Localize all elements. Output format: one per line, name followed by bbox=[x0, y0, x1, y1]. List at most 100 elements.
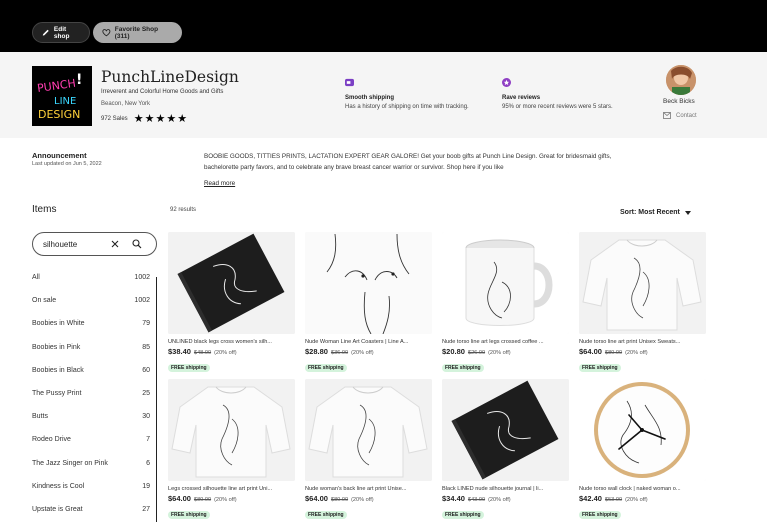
favorite-shop-button[interactable]: Favorite Shop (311) bbox=[93, 22, 182, 43]
category-count: 19 bbox=[142, 482, 150, 490]
category-label: On sale bbox=[32, 297, 57, 305]
announcement-text: BOOBIE GOODS, TITTIES PRINTS, LACTATION … bbox=[204, 153, 612, 171]
announcement-date: Last updated on Jun 5, 2022 bbox=[32, 161, 102, 167]
product-title[interactable]: Nude Woman Line Art Coasters | Line A... bbox=[305, 339, 430, 345]
product-price: $64.00 bbox=[305, 494, 328, 503]
product-discount: (20% off) bbox=[625, 350, 648, 356]
product-title[interactable]: Black LINED nude silhouette journal | li… bbox=[442, 486, 567, 492]
product-original-price: $80.00 bbox=[330, 497, 349, 503]
product-discount: (20% off) bbox=[351, 497, 374, 503]
free-shipping-badge: FREE shipping bbox=[579, 364, 621, 372]
product-price: $64.00 bbox=[579, 347, 602, 356]
svg-text:!: ! bbox=[76, 72, 82, 88]
product-image[interactable] bbox=[442, 379, 569, 481]
svg-text:DESIGN: DESIGN bbox=[38, 108, 80, 121]
category-count: 6 bbox=[146, 459, 150, 467]
star-icon: ★ bbox=[155, 113, 166, 125]
category-item[interactable]: Kindness is Cool 19 bbox=[32, 475, 157, 498]
product-original-price: $36.00 bbox=[330, 350, 349, 356]
category-label: The Jazz Singer on Pink bbox=[32, 459, 108, 467]
product-image[interactable] bbox=[305, 379, 432, 481]
product-original-price: $43.00 bbox=[467, 497, 486, 503]
free-shipping-badge: FREE shipping bbox=[442, 364, 484, 372]
shop-sales-rating: 972 Sales ★ ★ ★ ★ ★ bbox=[101, 113, 187, 125]
owner-avatar[interactable] bbox=[666, 65, 696, 95]
product-card[interactable]: Nude torso wall clock | naked woman o...… bbox=[579, 379, 706, 521]
category-item[interactable]: All 1002 bbox=[32, 266, 157, 289]
shop-location: Beacon, New York bbox=[101, 101, 151, 107]
product-title[interactable]: UNLINED black legs cross women's silh... bbox=[168, 339, 293, 345]
svg-text:PUNCH: PUNCH bbox=[36, 77, 76, 95]
product-title[interactable]: Legs crossed silhouette line art print U… bbox=[168, 486, 293, 492]
product-title[interactable]: Nude torso wall clock | naked woman o... bbox=[579, 486, 704, 492]
product-card[interactable]: Nude Woman Line Art Coasters | Line A...… bbox=[305, 232, 432, 374]
category-item[interactable]: On sale 1002 bbox=[32, 289, 157, 312]
product-price-row: $64.00 $80.00 (20% off) bbox=[168, 494, 295, 503]
product-price-row: $38.40 $48.00 (20% off) bbox=[168, 347, 295, 356]
free-shipping-badge: FREE shipping bbox=[579, 511, 621, 519]
category-label: Boobies in Black bbox=[32, 366, 84, 374]
product-original-price: $80.00 bbox=[604, 350, 623, 356]
star-badge-icon bbox=[502, 78, 511, 87]
product-card[interactable]: Nude woman's back line art print Unise..… bbox=[305, 379, 432, 521]
pencil-icon bbox=[42, 29, 49, 36]
owner-name: Beck Bicks bbox=[663, 98, 695, 105]
product-title[interactable]: Nude torso line art print Unisex Sweats.… bbox=[579, 339, 704, 345]
mail-icon bbox=[663, 112, 671, 119]
product-card[interactable]: Nude torso line art legs crossed coffee … bbox=[442, 232, 569, 374]
product-title[interactable]: Nude torso line art legs crossed coffee … bbox=[442, 339, 567, 345]
product-discount: (20% off) bbox=[214, 350, 237, 356]
item-search bbox=[32, 232, 157, 256]
search-icon[interactable] bbox=[131, 238, 143, 250]
star-icon: ★ bbox=[144, 113, 155, 125]
category-item[interactable]: The Pussy Print 25 bbox=[32, 382, 157, 405]
category-item[interactable]: The Jazz Singer on Pink 6 bbox=[32, 452, 157, 475]
sidebar-selection-line bbox=[156, 277, 157, 522]
read-more-link[interactable]: Read more bbox=[204, 180, 235, 187]
category-item[interactable]: Upstate is Great 27 bbox=[32, 498, 157, 521]
rating-stars[interactable]: ★ ★ ★ ★ ★ bbox=[133, 113, 187, 125]
product-price: $42.40 bbox=[579, 494, 602, 503]
product-original-price: $26.00 bbox=[467, 350, 486, 356]
product-image[interactable] bbox=[168, 379, 295, 481]
shop-name: PunchLineDesign bbox=[101, 68, 239, 86]
sort-dropdown[interactable]: Sort: Most Recent bbox=[620, 209, 691, 216]
product-image[interactable] bbox=[442, 232, 569, 334]
product-image[interactable] bbox=[579, 379, 706, 481]
product-price: $28.80 bbox=[305, 347, 328, 356]
star-icon: ★ bbox=[133, 113, 144, 125]
product-card[interactable]: UNLINED black legs cross women's silh...… bbox=[168, 232, 295, 374]
product-image[interactable] bbox=[305, 232, 432, 334]
shop-logo[interactable]: PUNCH ! LINE DESIGN bbox=[32, 66, 92, 126]
product-price-row: $64.00 $80.00 (20% off) bbox=[579, 347, 706, 356]
product-title[interactable]: Nude woman's back line art print Unise..… bbox=[305, 486, 430, 492]
category-item[interactable]: Rodeo Drive 7 bbox=[32, 428, 157, 451]
category-item[interactable]: Boobies in Pink 85 bbox=[32, 336, 157, 359]
category-item[interactable]: Butts 30 bbox=[32, 405, 157, 428]
category-count: 79 bbox=[142, 320, 150, 328]
edit-shop-button[interactable]: Edit shop bbox=[32, 22, 90, 43]
category-item[interactable]: Boobies in Black 60 bbox=[32, 359, 157, 382]
svg-text:LINE: LINE bbox=[54, 96, 76, 107]
product-price: $64.00 bbox=[168, 494, 191, 503]
product-original-price: $48.00 bbox=[193, 350, 212, 356]
category-label: Rodeo Drive bbox=[32, 436, 71, 444]
product-price: $20.80 bbox=[442, 347, 465, 356]
product-card[interactable]: Black LINED nude silhouette journal | li… bbox=[442, 379, 569, 521]
free-shipping-badge: FREE shipping bbox=[305, 364, 347, 372]
favorite-shop-label: Favorite Shop (311) bbox=[114, 25, 159, 40]
category-label: Boobies in Pink bbox=[32, 343, 81, 351]
search-input[interactable] bbox=[43, 239, 103, 249]
product-card[interactable]: Nude torso line art print Unisex Sweats.… bbox=[579, 232, 706, 374]
product-image[interactable] bbox=[579, 232, 706, 334]
product-card[interactable]: Legs crossed silhouette line art print U… bbox=[168, 379, 295, 521]
clear-icon[interactable] bbox=[109, 238, 121, 250]
caret-down-icon bbox=[684, 210, 691, 215]
category-count: 30 bbox=[142, 413, 150, 421]
free-shipping-badge: FREE shipping bbox=[168, 511, 210, 519]
category-item[interactable]: Boobies in White 79 bbox=[32, 312, 157, 335]
product-image[interactable] bbox=[168, 232, 295, 334]
contact-button[interactable]: Contact bbox=[663, 112, 697, 119]
category-label: Boobies in White bbox=[32, 320, 85, 328]
product-price-row: $28.80 $36.00 (20% off) bbox=[305, 347, 432, 356]
